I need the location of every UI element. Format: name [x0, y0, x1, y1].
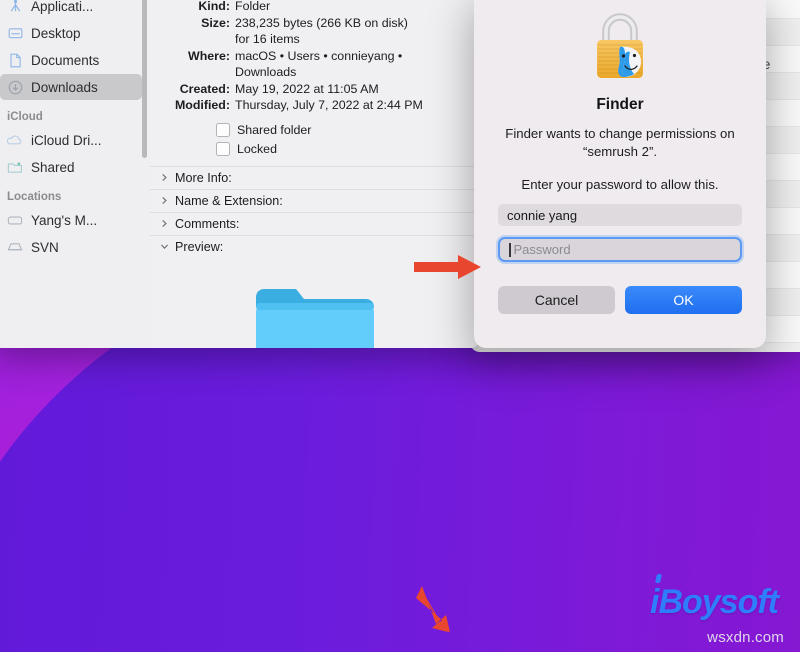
username-field[interactable]: connie yang: [498, 204, 742, 226]
get-info-window: Applicati... Desktop Documents Downloads…: [0, 0, 480, 348]
checkbox-row-shared-folder[interactable]: Shared folder: [216, 121, 480, 140]
sidebar-item-label: Shared: [31, 159, 75, 175]
sidebar-section-locations: Locations: [7, 191, 62, 203]
dialog-title: Finder: [596, 96, 644, 113]
locked-checkbox[interactable]: [216, 142, 230, 156]
metadata-row-kind: Kind: Folder: [158, 0, 466, 15]
info-pane: Kind: Folder Size: 238,235 bytes (266 KB…: [150, 0, 480, 348]
section-label: Preview:: [175, 239, 224, 254]
sidebar-item-label: Downloads: [31, 79, 98, 95]
metadata-label: Created:: [179, 81, 230, 96]
chevron-right-icon: [160, 196, 169, 205]
cloud-icon: [7, 132, 23, 148]
site-watermark: wsxdn.com: [707, 629, 784, 646]
metadata-value: May 19, 2022 at 11:05 AM: [235, 81, 379, 96]
cancel-button[interactable]: Cancel: [498, 286, 615, 314]
finder-lock-icon: [597, 13, 643, 78]
text-caret: [509, 242, 511, 257]
metadata-label: Size:: [201, 15, 230, 30]
sidebar-item-label: Applicati...: [31, 0, 94, 14]
chevron-right-icon: [160, 173, 169, 182]
info-checkbox-group: Shared folder Locked: [150, 121, 480, 159]
metadata-row-where: Where: macOS • Users • connieyang •: [158, 48, 466, 65]
applications-icon: [7, 0, 23, 14]
metadata-row-modified: Modified: Thursday, July 7, 2022 at 2:44…: [158, 97, 466, 114]
dialog-icon-wrapper: [474, 6, 766, 88]
metadata-size-continuation: for 16 items: [235, 32, 300, 46]
disk-icon: [7, 239, 23, 255]
metadata-value: macOS • Users • connieyang •: [235, 48, 403, 63]
metadata-label: Kind:: [198, 0, 230, 13]
metadata-where-continuation: Downloads: [235, 65, 297, 79]
downloads-icon: [7, 79, 23, 95]
annotation-arrow-to-lock-icon: [416, 586, 450, 632]
dialog-button-row: Cancel OK: [498, 286, 742, 314]
screenshot-root: iBoysoft wsxdn.com kage Appli: [0, 0, 800, 652]
checkbox-label: Locked: [237, 142, 277, 156]
iboysoft-watermark: iBoysoft: [650, 574, 779, 622]
checkbox-label: Shared folder: [237, 123, 312, 137]
checkbox-row-locked[interactable]: Locked: [216, 140, 480, 159]
section-label: Comments:: [175, 216, 240, 231]
ok-button[interactable]: OK: [625, 286, 742, 314]
section-comments[interactable]: Comments:: [150, 211, 480, 235]
sidebar-item-applications[interactable]: Applicati...: [0, 0, 142, 19]
finder-sidebar: Applicati... Desktop Documents Downloads…: [0, 0, 150, 348]
sidebar-scrollbar[interactable]: [142, 0, 147, 158]
metadata-value: Thursday, July 7, 2022 at 2:44 PM: [235, 98, 423, 112]
sidebar-item-svn[interactable]: SVN: [0, 234, 142, 260]
metadata-value: Folder: [235, 0, 271, 13]
metadata-row-created: Created: May 19, 2022 at 11:05 AM: [158, 81, 466, 98]
sidebar-item-label: Desktop: [31, 25, 81, 41]
section-label: Name & Extension:: [175, 193, 283, 208]
sidebar-item-desktop[interactable]: Desktop: [0, 20, 142, 46]
sidebar-item-documents[interactable]: Documents: [0, 47, 142, 73]
documents-icon: [7, 52, 23, 68]
chevron-down-icon: [160, 242, 169, 251]
password-field[interactable]: Password: [498, 237, 742, 262]
metadata-label: Modified:: [174, 98, 230, 112]
username-value: connie yang: [507, 207, 578, 223]
info-sections: More Info: Name & Extension: Comments: P…: [150, 165, 480, 258]
metadata-value: 238,235 bytes (266 KB on disk): [235, 15, 408, 30]
shared-folder-icon: [7, 159, 23, 175]
dialog-instruction: Enter your password to allow this.: [521, 177, 719, 192]
chevron-right-icon: [160, 219, 169, 228]
password-placeholder: Password: [513, 242, 571, 257]
sidebar-item-shared[interactable]: Shared: [0, 154, 142, 180]
computer-icon: [7, 212, 23, 228]
password-authentication-dialog: Finder Finder wants to change permission…: [474, 0, 766, 348]
sidebar-item-yangs-mac[interactable]: Yang's M...: [0, 207, 142, 233]
metadata-row-size: Size: 238,235 bytes (266 KB on disk): [158, 15, 466, 32]
section-name-extension[interactable]: Name & Extension:: [150, 188, 480, 212]
section-label: More Info:: [175, 170, 232, 185]
sidebar-item-label: SVN: [31, 239, 59, 255]
dialog-message: Finder wants to change permissions on “s…: [505, 126, 735, 159]
annotation-arrow-to-password-field: [414, 255, 481, 279]
sidebar-item-label: Documents: [31, 52, 100, 68]
metadata-label: Where:: [188, 48, 230, 63]
sidebar-item-downloads[interactable]: Downloads: [0, 74, 142, 100]
watermark-brand-text: iBoysoft: [650, 583, 779, 621]
sidebar-item-icloud-drive[interactable]: iCloud Dri...: [0, 127, 142, 153]
file-metadata-table: Kind: Folder Size: 238,235 bytes (266 KB…: [150, 0, 480, 114]
shared-folder-checkbox[interactable]: [216, 123, 230, 137]
folder-preview-icon: [256, 288, 374, 348]
desktop-icon: [7, 25, 23, 41]
sidebar-item-label: iCloud Dri...: [31, 132, 102, 148]
section-more-info[interactable]: More Info:: [150, 165, 480, 189]
sidebar-section-icloud: iCloud: [7, 111, 43, 123]
sidebar-item-label: Yang's M...: [31, 212, 98, 228]
